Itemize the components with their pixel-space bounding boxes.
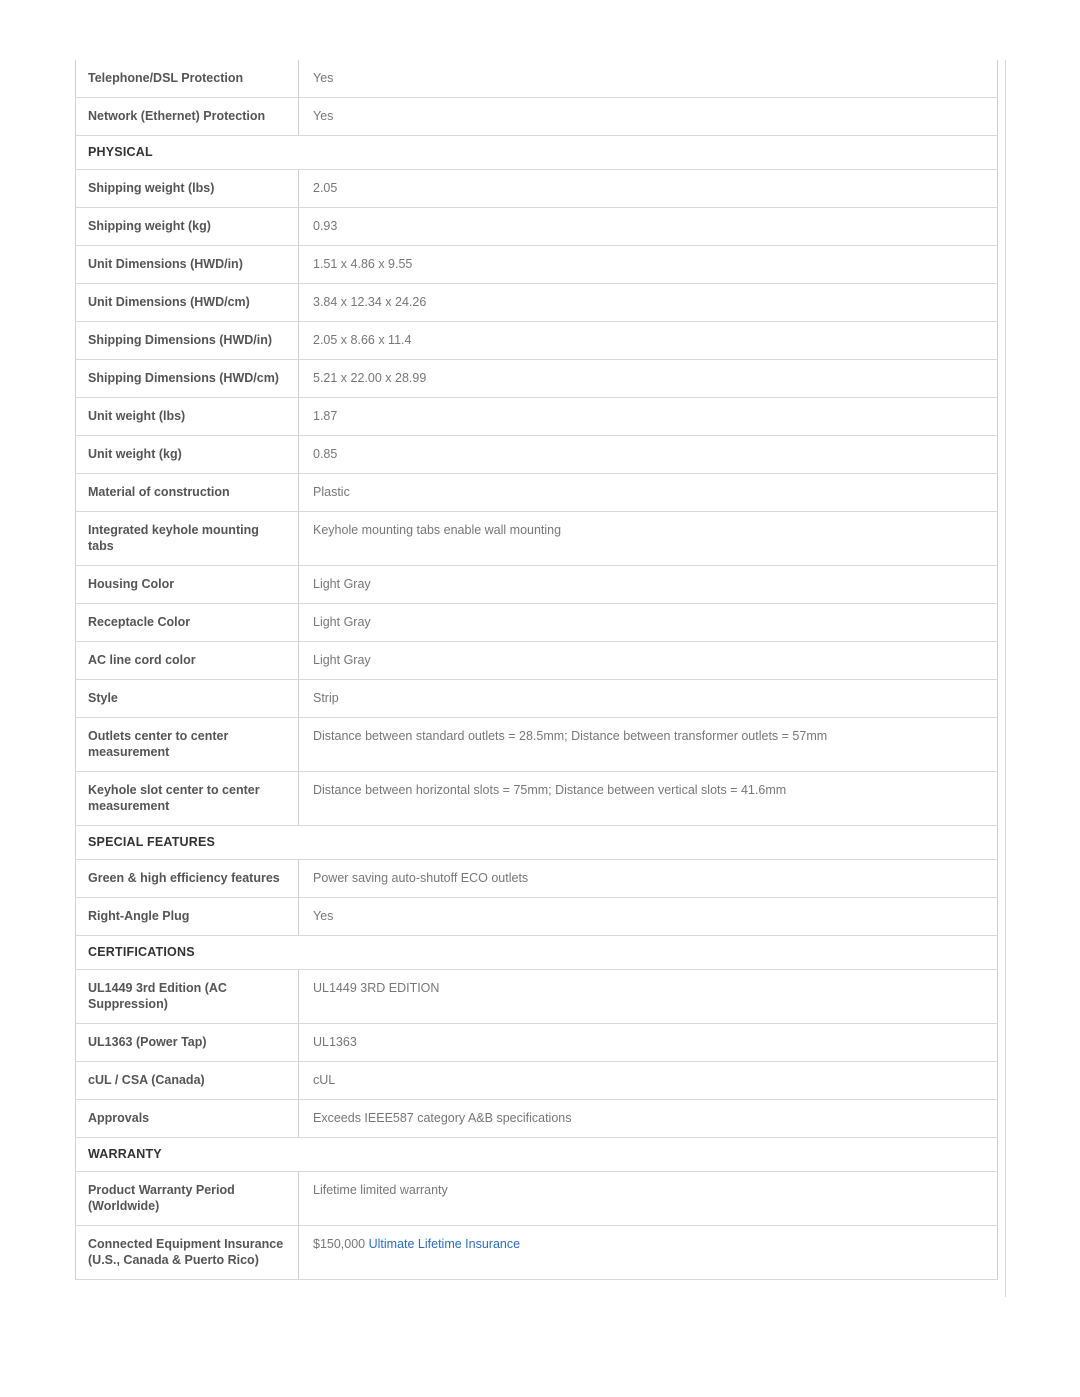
spec-value: 1.51 x 4.86 x 9.55 (298, 245, 998, 284)
spec-value: Light Gray (298, 565, 998, 604)
spec-value: Power saving auto-shutoff ECO outlets (298, 859, 998, 898)
spec-value: 3.84 x 12.34 x 24.26 (298, 283, 998, 322)
table-row: cUL / CSA (Canada) cUL (75, 1061, 998, 1100)
spec-label: UL1363 (Power Tap) (75, 1023, 299, 1062)
section-header-label: WARRANTY (75, 1137, 998, 1172)
table-row: Keyhole slot center to center measuremen… (75, 771, 998, 826)
spec-label: Shipping Dimensions (HWD/cm) (75, 359, 299, 398)
spec-label: Telephone/DSL Protection (75, 60, 299, 98)
table-row: Shipping weight (kg) 0.93 (75, 207, 998, 246)
table-row: Connected Equipment Insurance (U.S., Can… (75, 1225, 998, 1280)
spec-value: 0.93 (298, 207, 998, 246)
spec-label: Integrated keyhole mounting tabs (75, 511, 299, 566)
section-header-row: CERTIFICATIONS (75, 935, 998, 970)
table-row: AC line cord color Light Gray (75, 641, 998, 680)
spec-label: Receptacle Color (75, 603, 299, 642)
spec-value: Light Gray (298, 603, 998, 642)
spec-value: 0.85 (298, 435, 998, 474)
specifications-table-body: Telephone/DSL Protection Yes Network (Ethe… (75, 60, 998, 1280)
table-row: Network (Ethernet) Protection Yes (75, 97, 998, 136)
table-row: Telephone/DSL Protection Yes (75, 60, 998, 98)
table-row: Receptacle Color Light Gray (75, 603, 998, 642)
insurance-link[interactable]: Ultimate Lifetime Insurance (369, 1237, 520, 1251)
table-row: Material of construction Plastic (75, 473, 998, 512)
table-row: Shipping weight (lbs) 2.05 (75, 169, 998, 208)
spec-value: $150,000 Ultimate Lifetime Insurance (298, 1225, 998, 1280)
table-row: UL1363 (Power Tap) UL1363 (75, 1023, 998, 1062)
table-row: Unit Dimensions (HWD/cm) 3.84 x 12.34 x 2… (75, 283, 998, 322)
spec-label: Approvals (75, 1099, 299, 1138)
section-header-row: PHYSICAL (75, 135, 998, 170)
table-row: Integrated keyhole mounting tabs Keyhole … (75, 511, 998, 566)
spec-value: UL1363 (298, 1023, 998, 1062)
spec-value: Yes (298, 97, 998, 136)
spec-label: Shipping weight (lbs) (75, 169, 299, 208)
spec-value: Plastic (298, 473, 998, 512)
table-row: Product Warranty Period (Worldwide) Lifet… (75, 1171, 998, 1226)
table-row: Approvals Exceeds IEEE587 category A&B sp… (75, 1099, 998, 1138)
section-header-label: SPECIAL FEATURES (75, 825, 998, 860)
spec-label: Style (75, 679, 299, 718)
table-row: Outlets center to center measurement Dist… (75, 717, 998, 772)
spec-label: Network (Ethernet) Protection (75, 97, 299, 136)
specifications-table: Telephone/DSL Protection Yes Network (Ethe… (75, 60, 998, 1280)
table-row: Shipping Dimensions (HWD/cm) 5.21 x 22.00… (75, 359, 998, 398)
section-header-row: WARRANTY (75, 1137, 998, 1172)
table-row: Right-Angle Plug Yes (75, 897, 998, 936)
table-row: Green & high efficiency features Power sa… (75, 859, 998, 898)
section-header-row: SPECIAL FEATURES (75, 825, 998, 860)
spec-value: 1.87 (298, 397, 998, 436)
spec-label: Unit Dimensions (HWD/cm) (75, 283, 299, 322)
spec-value: Distance between standard outlets = 28.5… (298, 717, 998, 772)
spec-value: Strip (298, 679, 998, 718)
spec-label: Housing Color (75, 565, 299, 604)
spec-label: Material of construction (75, 473, 299, 512)
spec-label: Shipping Dimensions (HWD/in) (75, 321, 299, 360)
section-header-label: CERTIFICATIONS (75, 935, 998, 970)
spec-value: Yes (298, 897, 998, 936)
spec-value: Keyhole mounting tabs enable wall mounti… (298, 511, 998, 566)
spec-label: Outlets center to center measurement (75, 717, 299, 772)
spec-value-text: $150,000 (313, 1237, 369, 1251)
table-row: Shipping Dimensions (HWD/in) 2.05 x 8.66 … (75, 321, 998, 360)
spec-value: Distance between horizontal slots = 75mm… (298, 771, 998, 826)
spec-label: Connected Equipment Insurance (U.S., Can… (75, 1225, 299, 1280)
spec-value: 5.21 x 22.00 x 28.99 (298, 359, 998, 398)
spec-label: Unit weight (lbs) (75, 397, 299, 436)
spec-value: Yes (298, 60, 998, 98)
spec-value: 2.05 x 8.66 x 11.4 (298, 321, 998, 360)
spec-label: UL1449 3rd Edition (AC Suppression) (75, 969, 299, 1024)
spec-value: Light Gray (298, 641, 998, 680)
spec-label: Green & high efficiency features (75, 859, 299, 898)
table-row: UL1449 3rd Edition (AC Suppression) UL144… (75, 969, 998, 1024)
spec-label: Keyhole slot center to center measuremen… (75, 771, 299, 826)
table-row: Unit weight (kg) 0.85 (75, 435, 998, 474)
spec-label: Unit Dimensions (HWD/in) (75, 245, 299, 284)
table-row: Housing Color Light Gray (75, 565, 998, 604)
spec-value: Exceeds IEEE587 category A&B specificati… (298, 1099, 998, 1138)
spec-label: AC line cord color (75, 641, 299, 680)
table-row: Style Strip (75, 679, 998, 718)
spec-value: 2.05 (298, 169, 998, 208)
section-header-label: PHYSICAL (75, 135, 998, 170)
table-row: Unit Dimensions (HWD/in) 1.51 x 4.86 x 9.… (75, 245, 998, 284)
spec-label: cUL / CSA (Canada) (75, 1061, 299, 1100)
spec-value: Lifetime limited warranty (298, 1171, 998, 1226)
table-row: Unit weight (lbs) 1.87 (75, 397, 998, 436)
spec-value: UL1449 3RD EDITION (298, 969, 998, 1024)
container-right-rule (1005, 60, 1006, 1297)
specifications-page: Telephone/DSL Protection Yes Network (Ethe… (0, 0, 1080, 1397)
spec-label: Right-Angle Plug (75, 897, 299, 936)
spec-label: Unit weight (kg) (75, 435, 299, 474)
spec-label: Product Warranty Period (Worldwide) (75, 1171, 299, 1226)
spec-label: Shipping weight (kg) (75, 207, 299, 246)
spec-value: cUL (298, 1061, 998, 1100)
